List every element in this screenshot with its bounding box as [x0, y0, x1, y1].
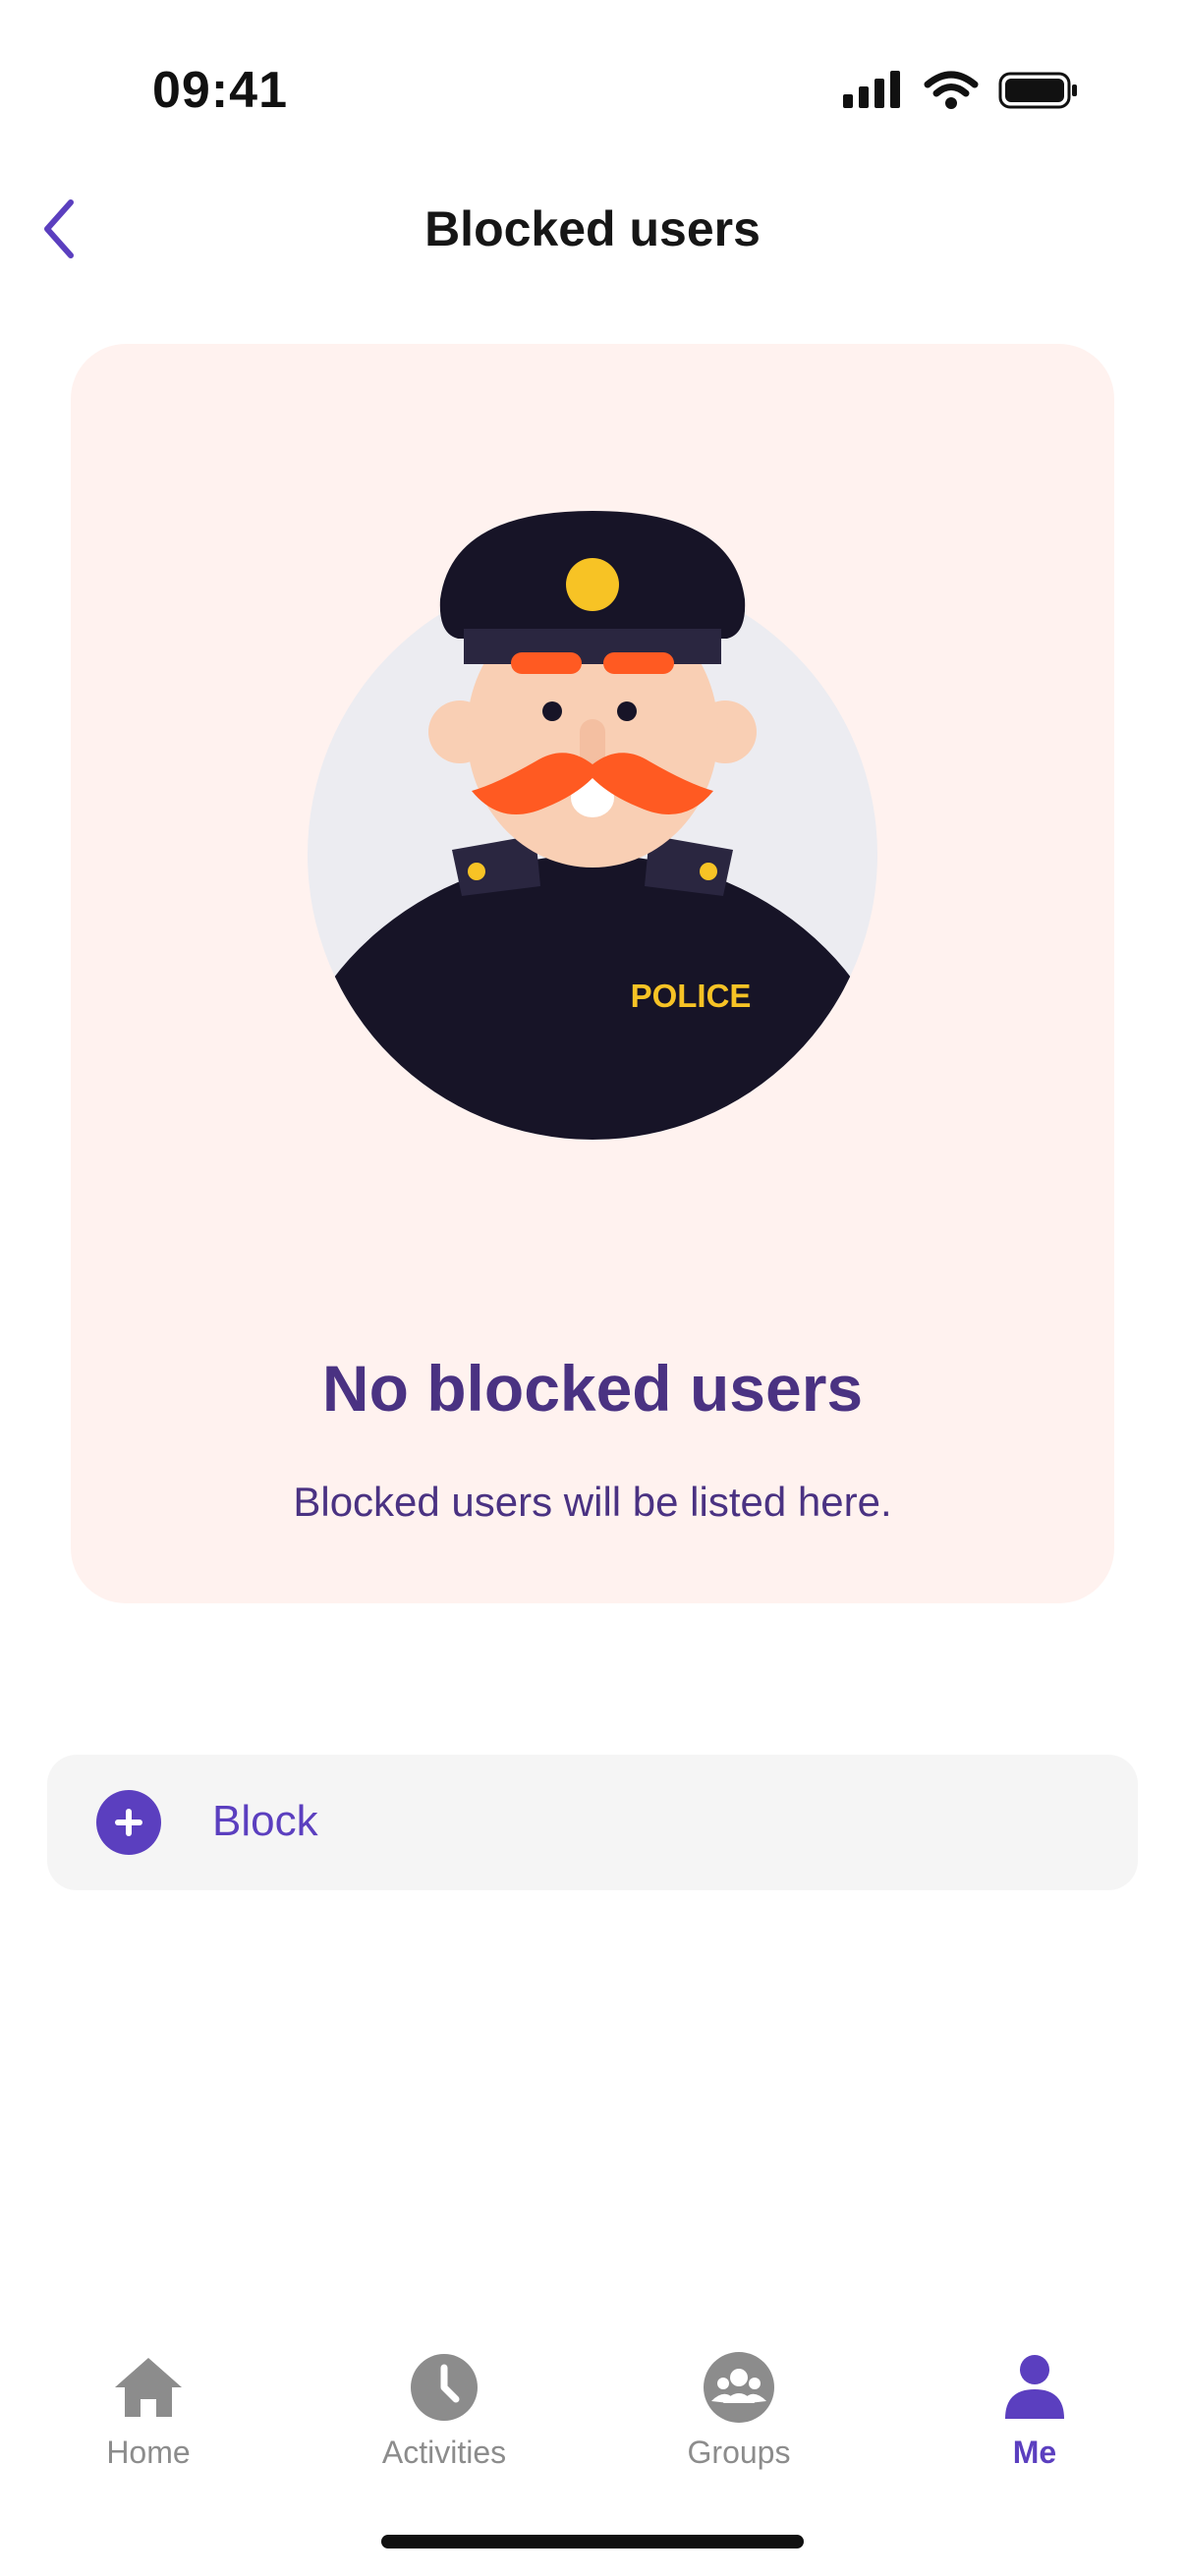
page-title: Blocked users	[424, 201, 761, 256]
battery-icon	[998, 72, 1077, 109]
plus-circle-icon	[96, 1790, 161, 1855]
tab-groups[interactable]: Groups	[641, 2348, 837, 2486]
tab-home-label: Home	[106, 2435, 191, 2470]
tab-me[interactable]: Me	[936, 2348, 1133, 2486]
person-icon	[1005, 2355, 1064, 2419]
tab-groups-label: Groups	[687, 2435, 791, 2470]
tab-activities-label: Activities	[381, 2435, 507, 2470]
empty-state-subtitle: Blocked users will be listed here.	[293, 1479, 892, 1525]
clock-icon	[411, 2354, 478, 2421]
status-time: 09:41	[152, 62, 288, 119]
tab-home[interactable]: Home	[50, 2348, 247, 2486]
status-icons	[843, 71, 1079, 110]
home-icon	[115, 2358, 182, 2417]
police-badge-text: POLICE	[631, 978, 752, 1014]
tab-me-label: Me	[1012, 2435, 1057, 2470]
cellular-signal-icon	[843, 71, 900, 108]
wifi-icon	[924, 71, 979, 109]
empty-state-title: No blocked users	[321, 1352, 864, 1425]
groups-icon	[704, 2352, 774, 2423]
tab-activities[interactable]: Activities	[346, 2348, 542, 2486]
block-label: Block	[212, 1797, 318, 1845]
police-officer-illustration: POLICE	[308, 511, 877, 1140]
block-user-button[interactable]: Block	[47, 1755, 1138, 1890]
home-indicator	[381, 2535, 804, 2548]
